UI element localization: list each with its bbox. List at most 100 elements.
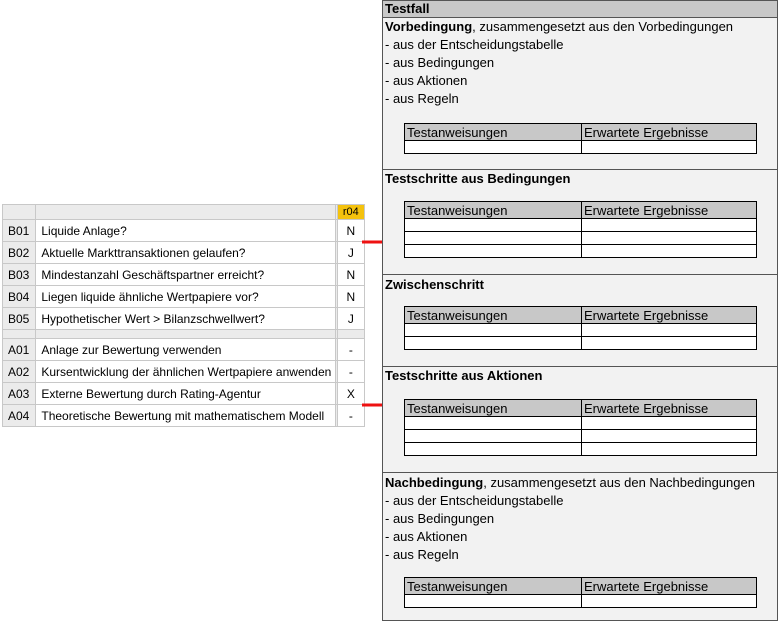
- action-row: A04 Theoretische Bewertung mit mathemati…: [1, 404, 366, 427]
- action-id: A04: [1, 404, 37, 427]
- condition-id: B05: [1, 307, 37, 330]
- steps-conditions-heading: Testschritte aus Bedingungen: [383, 170, 777, 188]
- steps-conditions-section: Testschritte aus Bedingungen Testanweisu…: [383, 170, 777, 275]
- instruction-cell[interactable]: [404, 140, 582, 154]
- condition-text: Aktuelle Markttransaktionen gelaufen?: [35, 241, 336, 264]
- postcondition-item: - aus Regeln: [385, 547, 459, 562]
- condition-id: B02: [1, 241, 37, 264]
- col-instructions: Testanweisungen: [404, 306, 582, 324]
- postcondition-section: Nachbedingung, zusammengesetzt aus den N…: [383, 473, 777, 620]
- col-expected: Erwartete Ergebnisse: [581, 306, 757, 324]
- decision-table-header: r04: [1, 204, 366, 220]
- instruction-cell[interactable]: [404, 442, 582, 456]
- col-expected: Erwartete Ergebnisse: [581, 577, 757, 595]
- test-case-form: Testfall Vorbedingung, zusammengesetzt a…: [382, 0, 778, 621]
- condition-value: N: [336, 263, 366, 286]
- intermediate-heading: Zwischenschritt: [383, 276, 777, 294]
- expected-cell[interactable]: [581, 231, 757, 245]
- precondition-item: - aus der Entscheidungstabelle: [385, 37, 564, 52]
- instruction-cell[interactable]: [404, 218, 582, 232]
- condition-row: B01 Liquide Anlage? N: [1, 219, 366, 242]
- col-instructions: Testanweisungen: [404, 201, 582, 219]
- intermediate-steps-table: Testanweisungen Erwartete Ergebnisse: [404, 306, 757, 350]
- action-row: A01 Anlage zur Bewertung verwenden -: [1, 338, 366, 361]
- action-row: A02 Kursentwicklung der ähnlichen Wertpa…: [1, 360, 366, 383]
- condition-id: B03: [1, 263, 37, 286]
- col-expected: Erwartete Ergebnisse: [581, 201, 757, 219]
- instruction-cell[interactable]: [404, 416, 582, 430]
- steps-actions-heading: Testschritte aus Aktionen: [383, 367, 777, 385]
- condition-row: B03 Mindestanzahl Geschäftspartner errei…: [1, 263, 366, 286]
- expected-cell[interactable]: [581, 218, 757, 232]
- instruction-cell[interactable]: [404, 244, 582, 258]
- condition-value: J: [336, 307, 366, 330]
- steps-actions-table: Testanweisungen Erwartete Ergebnisse: [404, 399, 757, 456]
- condition-row: B02 Aktuelle Markttransaktionen gelaufen…: [1, 241, 366, 264]
- expected-cell[interactable]: [581, 140, 757, 154]
- precondition-heading: Vorbedingung, zusammengesetzt aus den Vo…: [383, 18, 777, 36]
- decision-table: r04 B01 Liquide Anlage? N B02 Aktuelle M…: [1, 204, 366, 427]
- condition-text: Liquide Anlage?: [35, 219, 336, 242]
- expected-cell[interactable]: [581, 594, 757, 608]
- intermediate-section: Zwischenschritt Testanweisungen Erwartete…: [383, 275, 777, 367]
- precondition-item: - aus Aktionen: [385, 73, 468, 88]
- condition-id: B04: [1, 285, 37, 308]
- precondition-title: Vorbedingung: [385, 19, 473, 34]
- action-row: A03 Externe Bewertung durch Rating-Agent…: [1, 382, 366, 405]
- header-text-cell: [35, 204, 336, 220]
- condition-row: B04 Liegen liquide ähnliche Wertpapiere …: [1, 285, 366, 308]
- postcondition-steps-table: Testanweisungen Erwartete Ergebnisse: [404, 577, 757, 608]
- steps-conditions-table: Testanweisungen Erwartete Ergebnisse: [404, 201, 757, 258]
- postcondition-item: - aus Aktionen: [385, 529, 468, 544]
- precondition-item: - aus Bedingungen: [385, 55, 495, 70]
- postcondition-item: - aus der Entscheidungstabelle: [385, 493, 564, 508]
- condition-row: B05 Hypothetischer Wert > Bilanzschwellw…: [1, 307, 366, 330]
- rule-label: r04: [336, 204, 366, 220]
- instruction-cell[interactable]: [404, 231, 582, 245]
- action-text: Theoretische Bewertung mit mathematische…: [35, 404, 336, 427]
- condition-text: Mindestanzahl Geschäftspartner erreicht?: [35, 263, 336, 286]
- instruction-cell[interactable]: [404, 429, 582, 443]
- postcondition-heading: Nachbedingung, zusammengesetzt aus den N…: [383, 474, 777, 492]
- expected-cell[interactable]: [581, 244, 757, 258]
- steps-conditions-title: Testschritte aus Bedingungen: [385, 171, 571, 186]
- condition-id: B01: [1, 219, 37, 242]
- col-instructions: Testanweisungen: [404, 577, 582, 595]
- postcondition-title: Nachbedingung: [385, 475, 484, 490]
- col-instructions: Testanweisungen: [404, 123, 582, 141]
- action-id: A03: [1, 382, 37, 405]
- expected-cell[interactable]: [581, 323, 757, 337]
- instruction-cell[interactable]: [404, 594, 582, 608]
- precondition-suffix: , zusammengesetzt aus den Vorbedingungen: [472, 19, 734, 34]
- expected-cell[interactable]: [581, 416, 757, 430]
- action-id: A01: [1, 338, 37, 361]
- steps-actions-section: Testschritte aus Aktionen Testanweisunge…: [383, 367, 777, 473]
- precondition-item: - aus Regeln: [385, 91, 459, 106]
- action-id: A02: [1, 360, 37, 383]
- action-value: -: [336, 338, 366, 361]
- action-text: Anlage zur Bewertung verwenden: [35, 338, 336, 361]
- col-instructions: Testanweisungen: [404, 399, 582, 417]
- separator-row: [1, 329, 366, 339]
- col-expected: Erwartete Ergebnisse: [581, 123, 757, 141]
- action-value: -: [336, 360, 366, 383]
- steps-actions-title: Testschritte aus Aktionen: [385, 368, 543, 383]
- instruction-cell[interactable]: [404, 336, 582, 350]
- postcondition-suffix: , zusammengesetzt aus den Nachbedingunge…: [483, 475, 755, 490]
- postcondition-item: - aus Bedingungen: [385, 511, 495, 526]
- expected-cell[interactable]: [581, 442, 757, 456]
- intermediate-title: Zwischenschritt: [385, 277, 484, 292]
- header-id-cell: [1, 204, 37, 220]
- col-expected: Erwartete Ergebnisse: [581, 399, 757, 417]
- precondition-steps-table: Testanweisungen Erwartete Ergebnisse: [404, 123, 757, 154]
- condition-value: N: [336, 285, 366, 308]
- action-text: Kursentwicklung der ähnlichen Wertpapier…: [35, 360, 336, 383]
- expected-cell[interactable]: [581, 336, 757, 350]
- condition-text: Liegen liquide ähnliche Wertpapiere vor?: [35, 285, 336, 308]
- condition-text: Hypothetischer Wert > Bilanzschwellwert?: [35, 307, 336, 330]
- expected-cell[interactable]: [581, 429, 757, 443]
- precondition-section: Vorbedingung, zusammengesetzt aus den Vo…: [383, 18, 777, 170]
- instruction-cell[interactable]: [404, 323, 582, 337]
- test-case-title: Testfall: [383, 1, 777, 18]
- action-text: Externe Bewertung durch Rating-Agentur: [35, 382, 336, 405]
